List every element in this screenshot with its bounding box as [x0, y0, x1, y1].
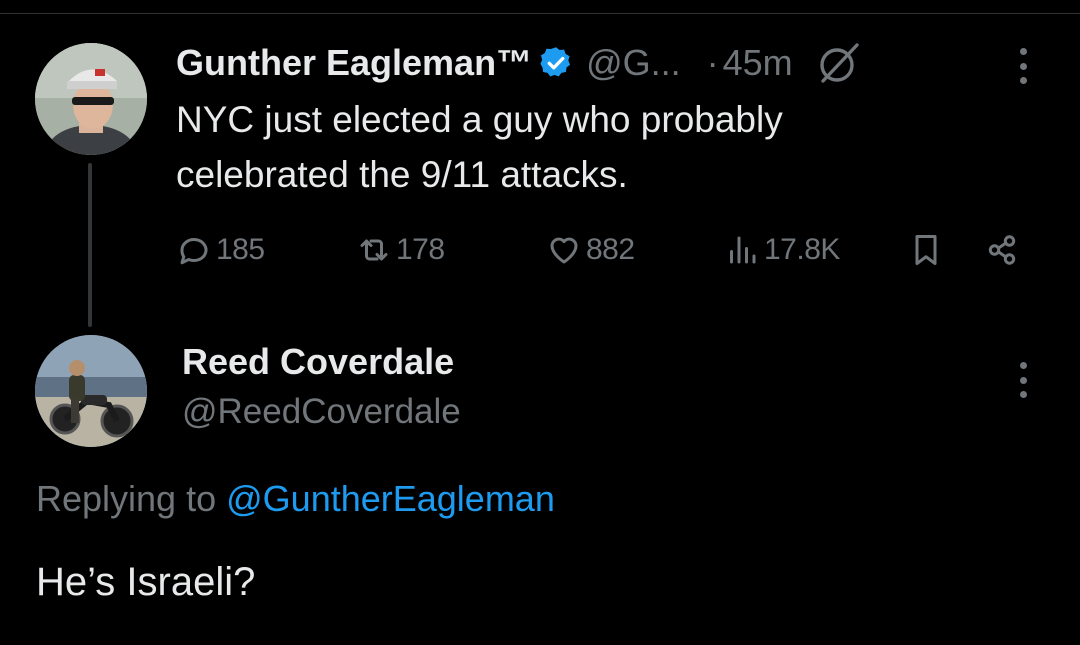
reply-button[interactable]: 185	[176, 226, 265, 274]
views-count: 17.8K	[764, 233, 840, 266]
top-divider	[0, 13, 1080, 14]
author-handle[interactable]: @G...	[586, 42, 681, 84]
more-icon[interactable]	[1003, 44, 1043, 88]
verified-badge-icon[interactable]	[538, 45, 574, 81]
views-button[interactable]: 17.8K	[724, 226, 840, 274]
timestamp[interactable]: 45m	[723, 42, 793, 84]
reply-more-icon[interactable]	[1003, 358, 1043, 402]
reply-author-handle[interactable]: @ReedCoverdale	[182, 392, 461, 432]
grok-icon[interactable]	[815, 39, 863, 87]
replying-to-link[interactable]: @GuntherEagleman	[226, 478, 555, 519]
bookmark-icon	[915, 235, 937, 265]
avatar-image	[35, 43, 147, 155]
reply-count: 185	[216, 233, 265, 266]
tweet-text-line: NYC just elected a guy who probably	[176, 99, 783, 140]
reply-avatar-image	[35, 335, 147, 447]
repost-count: 178	[396, 233, 445, 266]
author-display-name[interactable]: Gunther Eagleman™	[176, 42, 532, 84]
bookmark-button[interactable]	[908, 226, 944, 274]
views-icon	[730, 236, 756, 264]
reply-text: He’s Israeli?	[36, 560, 256, 604]
like-button[interactable]: 882	[546, 226, 635, 274]
replying-to-label: Replying to	[36, 478, 217, 519]
reply-author-display-name[interactable]: Reed Coverdale	[182, 341, 454, 383]
avatar[interactable]	[35, 43, 147, 155]
like-icon	[550, 237, 578, 264]
repost-button[interactable]: 178	[356, 226, 445, 274]
reply-icon	[180, 238, 208, 265]
tweet-text: NYC just elected a guy who probably cele…	[176, 92, 996, 202]
repost-icon	[360, 239, 388, 261]
thread-line	[88, 163, 92, 327]
tweet-header: Gunther Eagleman™ @G... · 45m	[176, 38, 863, 88]
share-button[interactable]	[984, 226, 1020, 274]
share-icon	[988, 235, 1016, 265]
like-count: 882	[586, 233, 635, 266]
separator-dot: ·	[706, 42, 719, 83]
tweet-text-line: celebrated the 9/11 attacks.	[176, 154, 628, 195]
replying-to-line: Replying to @GuntherEagleman	[36, 478, 555, 520]
reply-avatar[interactable]	[35, 335, 147, 447]
